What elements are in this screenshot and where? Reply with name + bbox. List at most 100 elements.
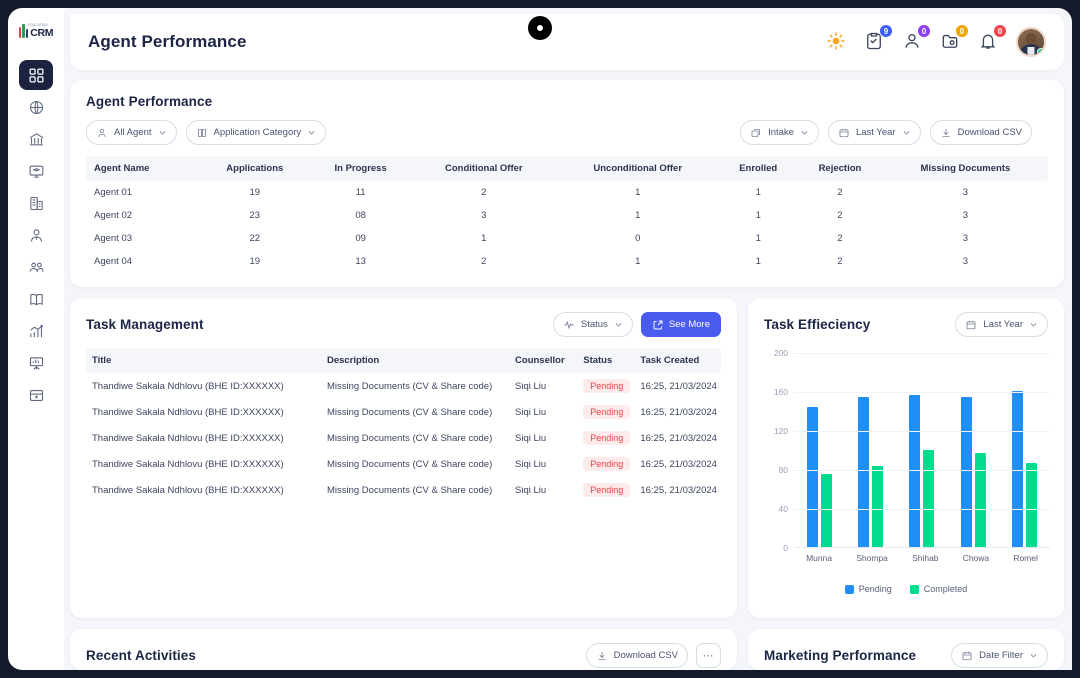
bar-pending[interactable] (960, 396, 972, 547)
bar-completed[interactable] (872, 466, 884, 547)
gridline (794, 353, 1050, 354)
presentation-icon (29, 356, 43, 370)
sidebar-item-archive[interactable] (19, 380, 53, 410)
th-title: Title (86, 348, 321, 373)
intake-label: Intake (768, 127, 794, 138)
task-management-table: Title Description Counsellor Status Task… (86, 348, 721, 503)
table-row[interactable]: Thandiwe Sakala Ndhlovu (BHE ID:XXXXXX) … (86, 373, 721, 399)
status-badge: Pending (583, 379, 631, 393)
theme-toggle-button[interactable] (826, 31, 848, 53)
tasks-button[interactable]: 9 (864, 24, 893, 53)
calendar-icon (839, 128, 849, 137)
table-row[interactable]: Agent 04 19 13 2 1 1 2 3 (86, 250, 1048, 273)
see-more-button[interactable]: See More (640, 312, 721, 337)
task-efficiency-header: Task Effieciency Last Year (748, 298, 1064, 337)
logo-text: CRM (30, 26, 54, 39)
layers-icon (751, 128, 760, 137)
sidebar-item-company[interactable] (19, 188, 53, 218)
see-more-label: See More (668, 319, 710, 330)
avatar[interactable] (1016, 27, 1046, 57)
cell-task-created: 16:25, 21/03/2024 (640, 380, 717, 392)
marketing-row-linkedin: Linkedin 85% (748, 668, 1064, 670)
task-efficiency-card: Task Effieciency Last Year 0 40 80 120 160 20… (748, 298, 1064, 618)
people-group-icon (29, 262, 43, 272)
cell-title: Thandiwe Sakala Ndhlovu (BHE ID:XXXXXX) (92, 458, 284, 470)
activity-icon (564, 320, 574, 329)
sidebar-item-students[interactable] (19, 252, 53, 282)
bar-completed[interactable] (1025, 463, 1037, 547)
agent-performance-table-wrap: Agent Name Applications In Progress Cond… (70, 145, 1064, 287)
cell-counsellor: Siqi Liu (515, 458, 547, 470)
sidebar-item-university[interactable] (19, 124, 53, 154)
recent-activities-header: Recent Activities Download CSV ⋯ (70, 629, 737, 668)
status-badge: Pending (583, 405, 631, 419)
chevron-down-icon (1030, 654, 1037, 658)
bar-completed[interactable] (974, 453, 986, 547)
cell-conditional: 2 (481, 256, 487, 267)
y-tick-label: 200 (773, 348, 788, 358)
marketing-date-label: Date Filter (979, 650, 1023, 661)
cell-description: Missing Documents (CV & Share code) (326, 484, 493, 496)
cell-counsellor: Siqi Liu (515, 380, 547, 392)
cell-description: Missing Documents (CV & Share code) (326, 380, 493, 392)
recent-download-csv-button[interactable]: Download CSV (585, 643, 688, 668)
cell-rejection: 2 (837, 187, 843, 198)
table-row[interactable]: Agent 02 23 08 3 1 1 2 3 (86, 204, 1048, 227)
sidebar-item-knowledge[interactable] (19, 284, 53, 314)
calendar-icon (962, 651, 972, 660)
task-table-head: Title Description Counsellor Status Task… (86, 348, 721, 373)
table-row[interactable]: Thandiwe Sakala Ndhlovu (BHE ID:XXXXXX) … (86, 399, 721, 425)
logo-bars (18, 24, 29, 38)
top-bar: Agent Performance 9 0 0 0 (70, 14, 1064, 70)
all-agent-label: All Agent (114, 127, 152, 138)
table-row[interactable]: Thandiwe Sakala Ndhlovu (BHE ID:XXXXXX) … (86, 451, 721, 477)
bar-completed[interactable] (923, 449, 935, 547)
bar-group (858, 353, 884, 547)
sidebar-item-agent[interactable] (19, 220, 53, 250)
calendar-icon (966, 320, 976, 329)
messages-button[interactable]: 0 (940, 24, 969, 53)
bar-group (807, 353, 833, 547)
task-efficiency-date-filter[interactable]: Last Year (955, 312, 1048, 337)
cell-counsellor: Siqi Liu (515, 484, 547, 496)
intake-button[interactable]: Intake (740, 120, 819, 145)
page-title: Agent Performance (88, 32, 247, 51)
bar-pending[interactable] (807, 406, 819, 547)
cell-task-created: 16:25, 21/03/2024 (640, 406, 717, 418)
application-category-filter[interactable]: Application Category (185, 120, 327, 145)
logo-bar-green (22, 24, 25, 38)
bar-pending[interactable] (858, 396, 870, 547)
download-csv-button[interactable]: Download CSV (929, 120, 1032, 145)
bar-pending[interactable] (1011, 391, 1023, 547)
all-agent-filter[interactable]: All Agent (86, 120, 177, 145)
recent-more-button[interactable]: ⋯ (696, 643, 721, 668)
sidebar-item-dashboard[interactable] (19, 60, 53, 90)
last-year-button[interactable]: Last Year (827, 120, 921, 145)
app-logo[interactable]: EDUCATION CRM (14, 18, 58, 44)
sidebar-item-courses[interactable] (19, 156, 53, 186)
agent-table-head: Agent Name Applications In Progress Cond… (86, 156, 1048, 181)
chart-bars (794, 353, 1050, 547)
marketing-performance-header: Marketing Performance Date Filter (748, 629, 1064, 668)
x-tick-label: Shompa (856, 553, 888, 563)
chevron-down-icon (308, 131, 315, 135)
marketing-date-filter[interactable]: Date Filter (951, 643, 1048, 668)
globe-icon (29, 100, 43, 114)
sidebar-item-globe[interactable] (19, 92, 53, 122)
table-row[interactable]: Agent 01 19 11 2 1 1 2 3 (86, 181, 1048, 204)
th-enrolled: Enrolled (719, 156, 798, 181)
notifications-button[interactable]: 0 (978, 24, 1007, 53)
status-filter[interactable]: Status (552, 312, 633, 337)
book-icon (29, 293, 43, 305)
contacts-button[interactable]: 0 (902, 24, 931, 53)
th-applications: Applications (199, 156, 310, 181)
table-row[interactable]: Thandiwe Sakala Ndhlovu (BHE ID:XXXXXX) … (86, 477, 721, 503)
table-row[interactable]: Thandiwe Sakala Ndhlovu (BHE ID:XXXXXX) … (86, 425, 721, 451)
task-table-body: Thandiwe Sakala Ndhlovu (BHE ID:XXXXXX) … (86, 373, 721, 503)
sidebar-item-marketing[interactable] (19, 348, 53, 378)
sidebar-item-reports[interactable] (19, 316, 53, 346)
table-row[interactable]: Agent 03 22 09 1 0 1 2 3 (86, 227, 1048, 250)
cell-status: Pending (577, 477, 634, 503)
bar-completed[interactable] (821, 473, 833, 547)
marketing-performance-title: Marketing Performance (764, 648, 917, 663)
